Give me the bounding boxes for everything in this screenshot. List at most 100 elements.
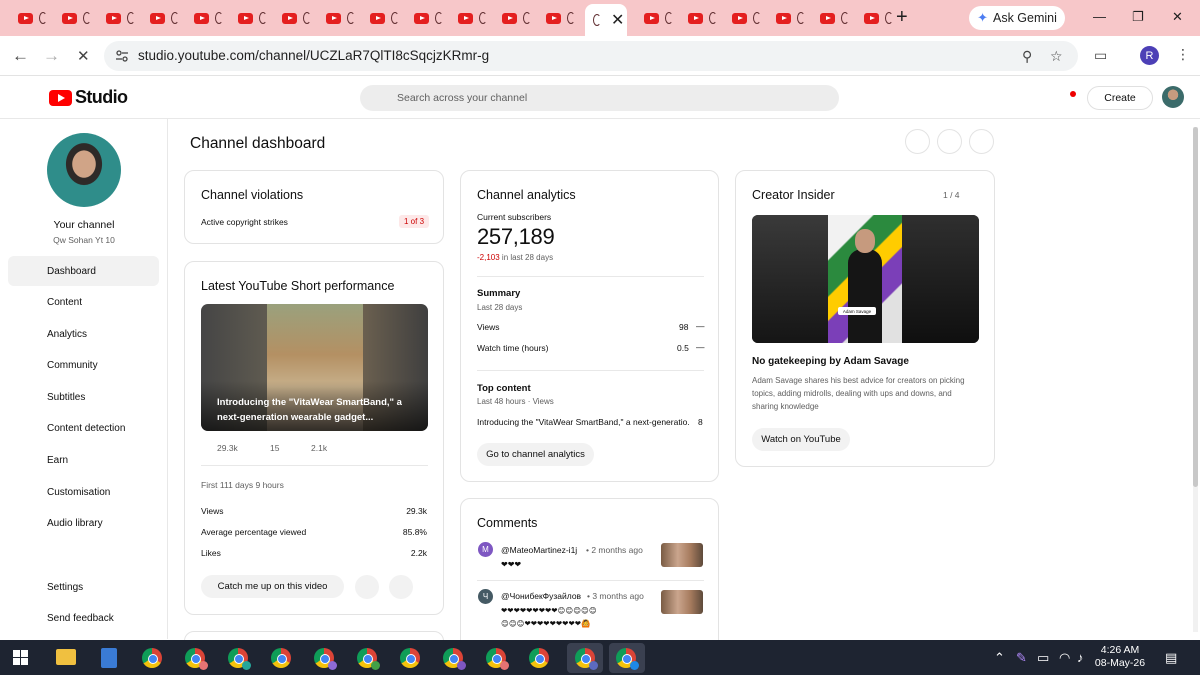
ask-gemini-button[interactable]: ✦ Ask Gemini — [969, 6, 1065, 30]
restore-icon[interactable]: ❐ — [1132, 9, 1144, 25]
back-icon[interactable]: ← — [12, 46, 29, 66]
comment-video-thumbnail[interactable] — [661, 543, 703, 567]
sidebar-item-subtitles[interactable]: Subtitles — [8, 382, 159, 412]
new-tab-button[interactable]: + — [896, 6, 908, 29]
sidebar-item-analytics[interactable]: Analytics — [8, 319, 159, 349]
close-tab-icon[interactable]: ✕ — [611, 10, 624, 30]
channel-avatar[interactable] — [47, 133, 121, 207]
comment-author[interactable]: @MateoMartinez-i1j — [501, 545, 577, 555]
wifi-icon[interactable]: ◠ — [1059, 650, 1070, 666]
browser-tab[interactable] — [532, 4, 576, 32]
sidebar-item-audio-library[interactable]: Audio library — [8, 508, 159, 538]
upload-videos-button[interactable] — [905, 129, 930, 154]
browser-menu-icon[interactable]: ⋮ — [1176, 46, 1190, 63]
chrome-taskbar-icon[interactable] — [443, 648, 466, 670]
chrome-taskbar-icon[interactable] — [142, 648, 162, 668]
pen-icon[interactable]: ✎ — [1016, 650, 1027, 666]
chrome-taskbar-icon[interactable] — [575, 648, 598, 670]
like-feedback-button[interactable] — [355, 575, 379, 599]
browser-tab[interactable] — [444, 4, 488, 32]
go-live-button[interactable] — [937, 129, 962, 154]
bookmark-star-icon[interactable]: ☆ — [1050, 48, 1063, 65]
battery-icon[interactable]: ▭ — [1037, 650, 1049, 666]
browser-tab[interactable] — [806, 4, 850, 32]
browser-tab[interactable] — [312, 4, 356, 32]
browser-tab[interactable] — [48, 4, 92, 32]
chrome-taskbar-icon[interactable] — [314, 648, 337, 670]
sidebar-item-settings[interactable]: Settings — [8, 572, 159, 602]
browser-profile-avatar[interactable]: R — [1140, 46, 1159, 65]
notifications-icon[interactable]: ▤ — [1165, 650, 1177, 666]
comment-author[interactable]: @ЧонибекФузайлов — [501, 591, 581, 601]
catch-me-up-button[interactable]: Catch me up on this video — [201, 575, 344, 598]
dislike-feedback-button[interactable] — [389, 575, 413, 599]
browser-tab[interactable] — [630, 4, 674, 32]
notification-dot-icon[interactable] — [1070, 91, 1076, 97]
sidebar-item-earn[interactable]: Earn — [8, 445, 159, 475]
sidebar-item-content-detection[interactable]: Content detection — [8, 413, 159, 443]
zoom-icon[interactable]: ⚲ — [1022, 48, 1032, 65]
site-settings-icon[interactable] — [115, 49, 129, 63]
browser-tab[interactable] — [762, 4, 806, 32]
creator-insider-thumbnail[interactable]: Adam Savage — [752, 215, 979, 343]
browser-tab[interactable] — [136, 4, 180, 32]
short-caption: Introducing the "VitaWear SmartBand," a … — [217, 397, 402, 423]
create-post-button[interactable] — [969, 129, 994, 154]
row-value: 85.8% — [402, 527, 427, 537]
commenter-avatar[interactable]: M — [478, 542, 493, 557]
creator-video-title[interactable]: No gatekeeping by Adam Savage — [752, 356, 909, 367]
reading-mode-icon[interactable]: ▭ — [1094, 47, 1107, 64]
minimize-icon[interactable]: — — [1093, 9, 1106, 24]
chrome-taskbar-icon[interactable] — [400, 648, 420, 668]
chrome-taskbar-icon[interactable] — [616, 648, 639, 670]
browser-tab[interactable] — [4, 4, 48, 32]
taskbar-clock[interactable]: 4:26 AM 08-May-26 — [1094, 644, 1146, 670]
browser-tab[interactable]: ✕ — [585, 4, 627, 36]
browser-tab[interactable] — [180, 4, 224, 32]
volume-icon[interactable]: ♪ — [1077, 650, 1084, 665]
top-content-item[interactable]: Introducing the "VitaWear SmartBand," a … — [477, 417, 690, 427]
studio-logo[interactable]: Studio — [49, 87, 128, 108]
chrome-taskbar-icon[interactable] — [271, 648, 291, 668]
windows-start-icon[interactable] — [13, 650, 28, 665]
sidebar-item-dashboard[interactable]: Dashboard — [8, 256, 159, 286]
browser-tab[interactable] — [224, 4, 268, 32]
chrome-taskbar-icon[interactable] — [486, 648, 509, 670]
browser-tab[interactable] — [850, 4, 894, 32]
watch-on-youtube-button[interactable]: Watch on YouTube — [752, 428, 850, 451]
commenter-avatar[interactable]: Ч — [478, 589, 493, 604]
browser-tab[interactable] — [674, 4, 718, 32]
strikes-badge[interactable]: 1 of 3 — [399, 215, 430, 228]
sidebar-item-customisation[interactable]: Customisation — [8, 477, 159, 507]
scrollbar-thumb[interactable] — [1193, 127, 1198, 487]
create-button[interactable]: Create — [1087, 86, 1153, 110]
browser-tab[interactable] — [488, 4, 532, 32]
browser-tab[interactable] — [268, 4, 312, 32]
url-bar[interactable]: studio.youtube.com/channel/UCZLaR7QlTI8c… — [104, 41, 1078, 71]
search-placeholder: Search across your channel — [397, 92, 528, 104]
your-channel-label[interactable]: Your channel — [0, 219, 168, 231]
comment-video-thumbnail[interactable] — [661, 590, 703, 614]
sidebar-item-community[interactable]: Community — [8, 350, 159, 380]
chrome-taskbar-icon[interactable] — [357, 648, 380, 670]
close-window-icon[interactable]: ✕ — [1172, 9, 1183, 25]
chrome-taskbar-icon[interactable] — [529, 648, 549, 668]
chrome-taskbar-icon[interactable] — [185, 648, 208, 670]
sidebar-item-send-feedback[interactable]: Send feedback — [8, 603, 159, 633]
scrollbar-track[interactable] — [1193, 127, 1198, 632]
channel-search[interactable]: Search across your channel — [360, 85, 839, 111]
account-avatar[interactable] — [1162, 86, 1184, 108]
browser-tab[interactable] — [718, 4, 762, 32]
short-thumbnail[interactable]: Introducing the "VitaWear SmartBand," a … — [201, 304, 428, 431]
stop-loading-icon[interactable]: ✕ — [77, 47, 90, 65]
browser-tab[interactable] — [356, 4, 400, 32]
show-hidden-icons[interactable]: ⌃ — [994, 650, 1005, 666]
browser-tab[interactable] — [92, 4, 136, 32]
calculator-icon[interactable] — [101, 648, 117, 668]
go-to-analytics-button[interactable]: Go to channel analytics — [477, 443, 594, 466]
forward-icon[interactable]: → — [43, 46, 60, 66]
browser-tab[interactable] — [400, 4, 444, 32]
file-explorer-icon[interactable] — [56, 649, 76, 665]
chrome-taskbar-icon[interactable] — [228, 648, 251, 670]
sidebar-item-content[interactable]: Content — [8, 287, 159, 317]
